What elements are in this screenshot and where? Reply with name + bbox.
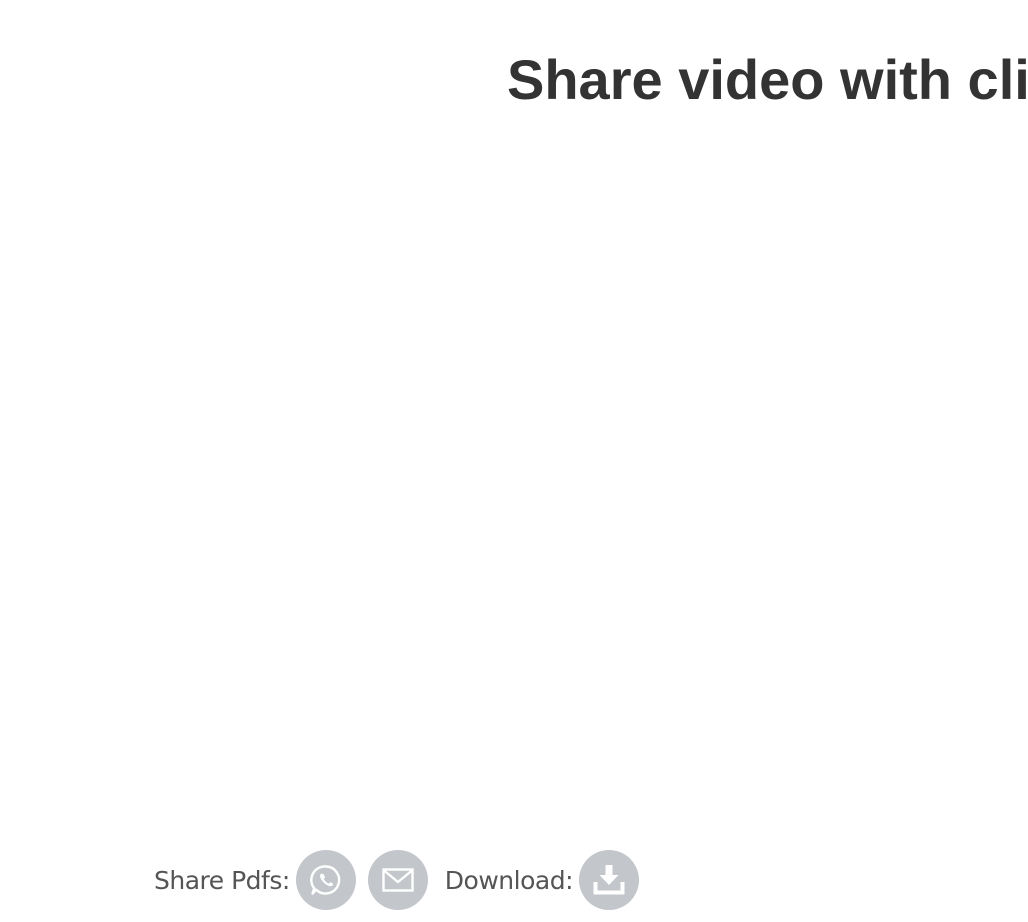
page: Share video with cli Share Pdfs: Downloa… (0, 0, 1028, 922)
share-bar: Share Pdfs: Download: (154, 850, 639, 910)
mail-icon (382, 868, 414, 892)
download-button[interactable] (579, 850, 639, 910)
download-label: Download: (444, 865, 574, 895)
whatsapp-icon (309, 865, 341, 895)
share-pdfs-label: Share Pdfs: (154, 865, 290, 895)
whatsapp-share-button[interactable] (295, 850, 356, 910)
email-share-button[interactable] (367, 850, 428, 910)
download-icon (593, 865, 625, 895)
page-title: Share video with cli (507, 48, 1028, 111)
